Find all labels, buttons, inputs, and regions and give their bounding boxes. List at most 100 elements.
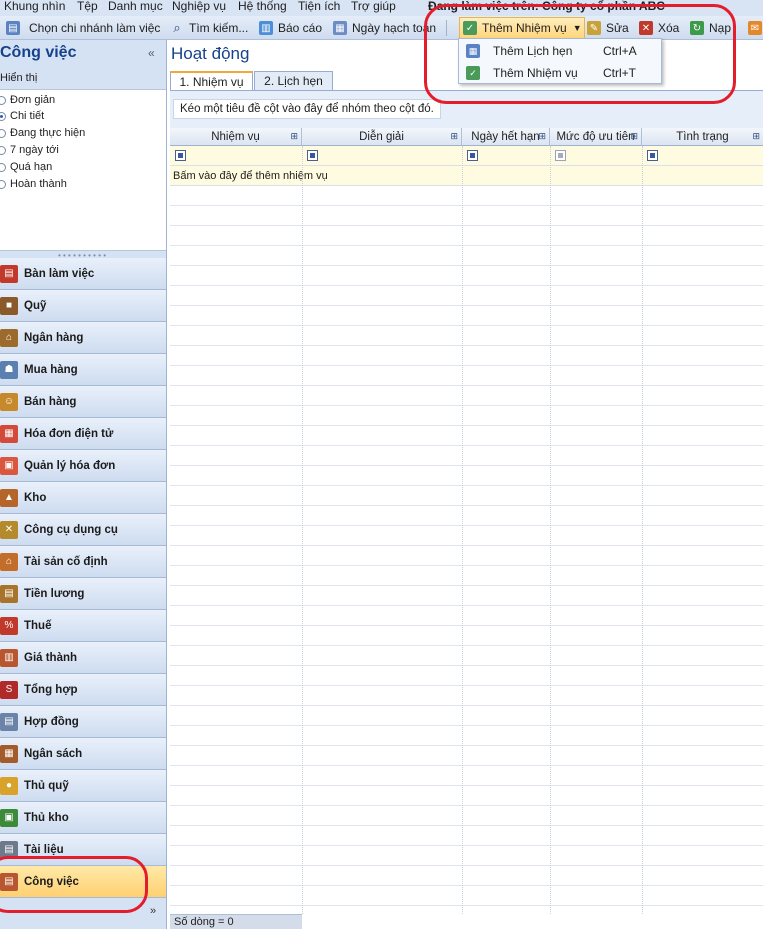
more-modules-button[interactable]: » <box>150 905 156 917</box>
posting-date-button[interactable]: ▦ Ngày hạch toán <box>333 16 436 40</box>
chevron-down-icon[interactable]: ▼ <box>573 23 582 33</box>
radio-button[interactable] <box>0 95 6 105</box>
column-header-label: Diễn giải <box>359 131 404 143</box>
add-task-button[interactable]: ✓ Thêm Nhiệm vụ ▼ <box>459 17 585 39</box>
nav-item-label: Thuế <box>24 619 52 632</box>
nav-item-label: Ngân hàng <box>24 331 84 344</box>
view-option-overdue[interactable]: Quá hạn <box>0 159 52 175</box>
menu-system[interactable]: Hệ thống <box>238 0 287 14</box>
view-option-detail[interactable]: Chi tiết <box>0 108 44 124</box>
nav-item-desk[interactable]: ▤ Bàn làm việc <box>0 258 166 290</box>
view-option-simple[interactable]: Đơn giản <box>0 92 55 108</box>
menu-file[interactable]: Tệp <box>77 0 98 14</box>
mail-button[interactable]: ✉ <box>748 16 763 40</box>
delete-button[interactable]: ✕ Xóa <box>639 16 679 40</box>
nav-item-label: Kho <box>24 491 47 504</box>
pin-icon[interactable]: ⊞ <box>290 131 298 142</box>
radio-button[interactable] <box>0 128 6 138</box>
dropdown-item-shortcut: Ctrl+T <box>603 66 636 80</box>
nav-item-e-invoice[interactable]: ▦ Hóa đơn điện tử <box>0 418 166 450</box>
pin-icon[interactable]: ⊞ <box>450 131 458 142</box>
nav-item-safe[interactable]: ■ Quỹ <box>0 290 166 322</box>
edit-button[interactable]: ✎ Sửa <box>587 16 629 40</box>
nav-item-salary[interactable]: ▤ Tiền lương <box>0 578 166 610</box>
branch-button[interactable]: ▤ Chọn chi nhánh làm việc <box>6 16 160 40</box>
radio-button[interactable] <box>0 162 6 172</box>
pin-icon[interactable]: ⊞ <box>630 131 638 142</box>
menu-view[interactable]: Khung nhìn <box>4 0 65 14</box>
search-button[interactable]: ⌕ Tìm kiếm... <box>170 16 248 40</box>
nav-item-label: Công việc <box>24 875 79 888</box>
report-button[interactable]: ▥ Báo cáo <box>259 16 322 40</box>
tab-appointments[interactable]: 2. Lịch hẹn <box>254 71 333 90</box>
nav-item-storekeeper[interactable]: ▣ Thủ kho <box>0 802 166 834</box>
nav-item-bank[interactable]: ⌂ Ngân hàng <box>0 322 166 354</box>
nav-item-budget[interactable]: ▦ Ngân sách <box>0 738 166 770</box>
dropdown-item-add-appointment[interactable]: ▦ Thêm Lịch hẹn Ctrl+A <box>459 40 661 62</box>
grid-column-line <box>550 146 551 914</box>
pin-icon[interactable]: ⊞ <box>752 131 760 142</box>
purchase-icon: ☗ <box>0 360 18 379</box>
column-header-task[interactable]: Nhiệm vụ ⊞ <box>170 128 302 146</box>
nav-item-label: Giá thành <box>24 651 78 664</box>
filter-row <box>170 146 763 166</box>
desk-icon: ▤ <box>0 264 18 283</box>
nav-item-tools[interactable]: ✕ Công cụ dụng cụ <box>0 514 166 546</box>
nav-item-general-ledger[interactable]: S Tổng hợp <box>0 674 166 706</box>
pin-icon[interactable]: ⊞ <box>538 131 546 142</box>
nav-item-tasks[interactable]: ▤ Công việc <box>0 866 166 898</box>
view-option-in-progress[interactable]: Đang thực hiện <box>0 125 85 141</box>
sales-icon: ☺ <box>0 392 18 411</box>
radio-button[interactable] <box>0 145 6 155</box>
nav-item-documents[interactable]: ▤ Tài liệu <box>0 834 166 866</box>
view-option-label: 7 ngày tới <box>10 144 59 156</box>
nav-item-cashier[interactable]: ● Thủ quỹ <box>0 770 166 802</box>
load-button[interactable]: ↻ Nạp <box>690 16 731 40</box>
mail-icon: ✉ <box>748 21 762 35</box>
view-label: Hiển thị <box>0 72 38 84</box>
nav-item-tax[interactable]: % Thuế <box>0 610 166 642</box>
view-option-label: Hoàn thành <box>10 178 67 190</box>
nav-item-label: Hợp đồng <box>24 715 79 728</box>
column-header-description[interactable]: Diễn giải ⊞ <box>302 128 462 146</box>
filter-status-cell[interactable] <box>647 150 658 161</box>
dropdown-item-label: Thêm Lịch hẹn <box>493 44 573 58</box>
radio-button[interactable] <box>0 111 6 121</box>
collapse-panel-button[interactable]: « <box>148 46 155 60</box>
column-header-label: Ngày hết hạn <box>471 131 540 143</box>
tab-label: 1. Nhiệm vụ <box>179 74 244 89</box>
column-header-priority[interactable]: Mức độ ưu tiên ⊞ <box>550 128 642 146</box>
row-count-status: Số dòng = 0 <box>170 914 302 929</box>
filter-priority-cell[interactable] <box>555 150 566 161</box>
filter-task-cell[interactable] <box>175 150 186 161</box>
menu-help[interactable]: Trợ giúp <box>351 0 396 14</box>
dropdown-item-add-task[interactable]: ✓ Thêm Nhiệm vụ Ctrl+T <box>459 62 661 84</box>
nav-item-cost-price[interactable]: ▥ Giá thành <box>0 642 166 674</box>
filter-due-date-cell[interactable] <box>467 150 478 161</box>
tab-tasks[interactable]: 1. Nhiệm vụ <box>170 71 253 90</box>
filter-description-cell[interactable] <box>307 150 318 161</box>
nav-item-invoice-management[interactable]: ▣ Quản lý hóa đơn <box>0 450 166 482</box>
menu-utilities[interactable]: Tiện ích <box>298 0 340 14</box>
column-header-due-date[interactable]: Ngày hết hạn ⊞ <box>462 128 550 146</box>
cost-price-icon: ▥ <box>0 648 18 667</box>
add-task-label: Thêm Nhiệm vụ <box>482 21 567 35</box>
grid-header: Nhiệm vụ ⊞ Diễn giải ⊞ Ngày hết hạn ⊞ Mứ… <box>170 128 763 146</box>
radio-button[interactable] <box>0 179 6 189</box>
nav-item-sales[interactable]: ☺ Bán hàng <box>0 386 166 418</box>
menu-catalog[interactable]: Danh mục <box>108 0 163 14</box>
view-option-label: Đang thực hiện <box>10 127 86 139</box>
view-option-completed[interactable]: Hoàn thành <box>0 176 67 192</box>
nav-item-fixed-assets[interactable]: ⌂ Tài sản cố định <box>0 546 166 578</box>
add-new-task-hint[interactable]: Bấm vào đây để thêm nhiệm vụ <box>173 170 328 182</box>
menu-operations[interactable]: Nghiệp vụ <box>172 0 226 14</box>
budget-icon: ▦ <box>0 744 18 763</box>
load-label: Nạp <box>709 21 732 35</box>
group-by-hint: Kéo một tiêu đề cột vào đây để nhóm theo… <box>173 99 441 119</box>
nav-item-contract[interactable]: ▤ Hợp đồng <box>0 706 166 738</box>
column-header-status[interactable]: Tình trạng ⊞ <box>642 128 763 146</box>
nav-item-warehouse[interactable]: ▲ Kho <box>0 482 166 514</box>
nav-item-purchase[interactable]: ☗ Mua hàng <box>0 354 166 386</box>
view-option-next-7-days[interactable]: 7 ngày tới <box>0 142 59 158</box>
view-option-label: Quá hạn <box>10 161 53 173</box>
